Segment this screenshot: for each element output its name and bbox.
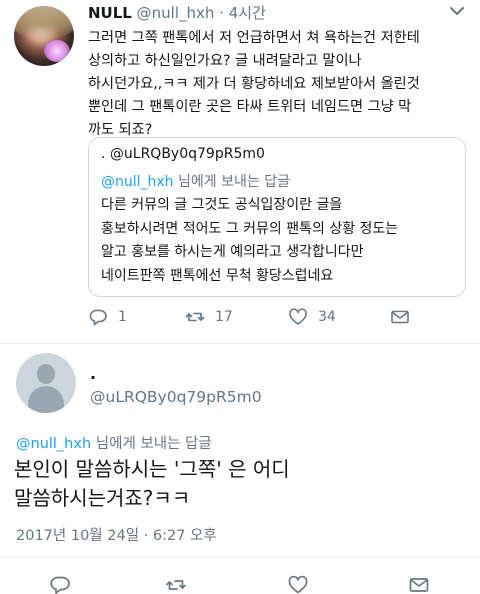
retweet-count: 17 bbox=[215, 309, 233, 325]
tweet-divider bbox=[0, 556, 480, 557]
tweet-card[interactable]: NULL @null_hxh · 4시간 그러면 그쪽 팬톡에서 저 언급하면서… bbox=[0, 0, 480, 346]
author-name[interactable]: . bbox=[90, 364, 96, 383]
tweet-timestamp[interactable]: 2017년 10월 24일 · 6:27 오후 bbox=[16, 524, 217, 545]
quoted-author-name: . bbox=[101, 146, 106, 162]
reply-icon[interactable] bbox=[49, 574, 71, 594]
author-handle[interactable]: @null_hxh bbox=[137, 4, 215, 22]
retweet-icon bbox=[185, 312, 205, 322]
quoted-reply-to-label: 님에게 보내는 답글 bbox=[173, 174, 290, 190]
quoted-author: . @uLRQBy0q79pR5m0 bbox=[101, 146, 265, 162]
reply-icon bbox=[89, 309, 107, 326]
avatar[interactable] bbox=[14, 6, 74, 66]
tweet-actions: 1 17 34 bbox=[88, 305, 468, 329]
like-button[interactable]: 34 bbox=[288, 305, 336, 329]
tweet-timestamp[interactable]: 4시간 bbox=[229, 4, 266, 22]
message-icon bbox=[391, 310, 409, 324]
quoted-reply-to-link[interactable]: @null_hxh bbox=[101, 174, 174, 190]
message-icon[interactable] bbox=[408, 574, 430, 594]
reply-context: @null_hxh 님에게 보내는 답글 bbox=[16, 432, 212, 453]
default-avatar-head bbox=[37, 364, 55, 384]
direct-message-button[interactable] bbox=[390, 305, 420, 329]
tweet-header: NULL @null_hxh · 4시간 bbox=[88, 2, 266, 23]
like-count: 34 bbox=[318, 309, 336, 325]
quoted-tweet[interactable]: . @uLRQBy0q79pR5m0 @null_hxh 님에게 보내는 답글 … bbox=[88, 137, 466, 297]
chevron-down-icon[interactable] bbox=[448, 2, 466, 20]
like-icon[interactable] bbox=[287, 574, 309, 594]
quoted-tweet-text: 다른 커뮤의 글 그것도 공식입장이란 글을 홍보하시려면 적어도 그 커뮤의 … bbox=[101, 197, 399, 284]
reply-button[interactable]: 1 bbox=[88, 305, 127, 329]
reply-to-label: 님에게 보내는 답글 bbox=[91, 436, 212, 452]
like-icon bbox=[289, 308, 307, 325]
tweet-text: 그러면 그쪽 팬톡에서 저 언급하면서 쳐 욕하는건 저한테 상의하고 하신일인… bbox=[88, 30, 420, 138]
avatar[interactable] bbox=[16, 353, 76, 413]
quoted-author-handle: @uLRQBy0q79pR5m0 bbox=[109, 146, 265, 162]
reply-to-link[interactable]: @null_hxh bbox=[16, 436, 91, 452]
author-name[interactable]: NULL bbox=[88, 4, 132, 22]
tweet-divider bbox=[0, 343, 480, 344]
avatar-hair-art bbox=[14, 6, 74, 40]
author-handle[interactable]: @uLRQBy0q79pR5m0 bbox=[90, 388, 262, 406]
tweet-actions bbox=[0, 574, 480, 594]
reply-count: 1 bbox=[118, 309, 127, 325]
retweet-icon[interactable] bbox=[165, 574, 187, 594]
retweet-button[interactable]: 17 bbox=[185, 305, 233, 329]
tweet-text: 본인이 말씀하시는 '그쪽' 은 어디 말씀하시는거죠?ㅋㅋ bbox=[14, 457, 290, 510]
quoted-reply-context: @null_hxh 님에게 보내는 답글 bbox=[101, 171, 290, 191]
avatar-glow-art bbox=[44, 40, 70, 62]
default-avatar-body bbox=[28, 386, 64, 413]
header-separator: · bbox=[219, 4, 224, 22]
